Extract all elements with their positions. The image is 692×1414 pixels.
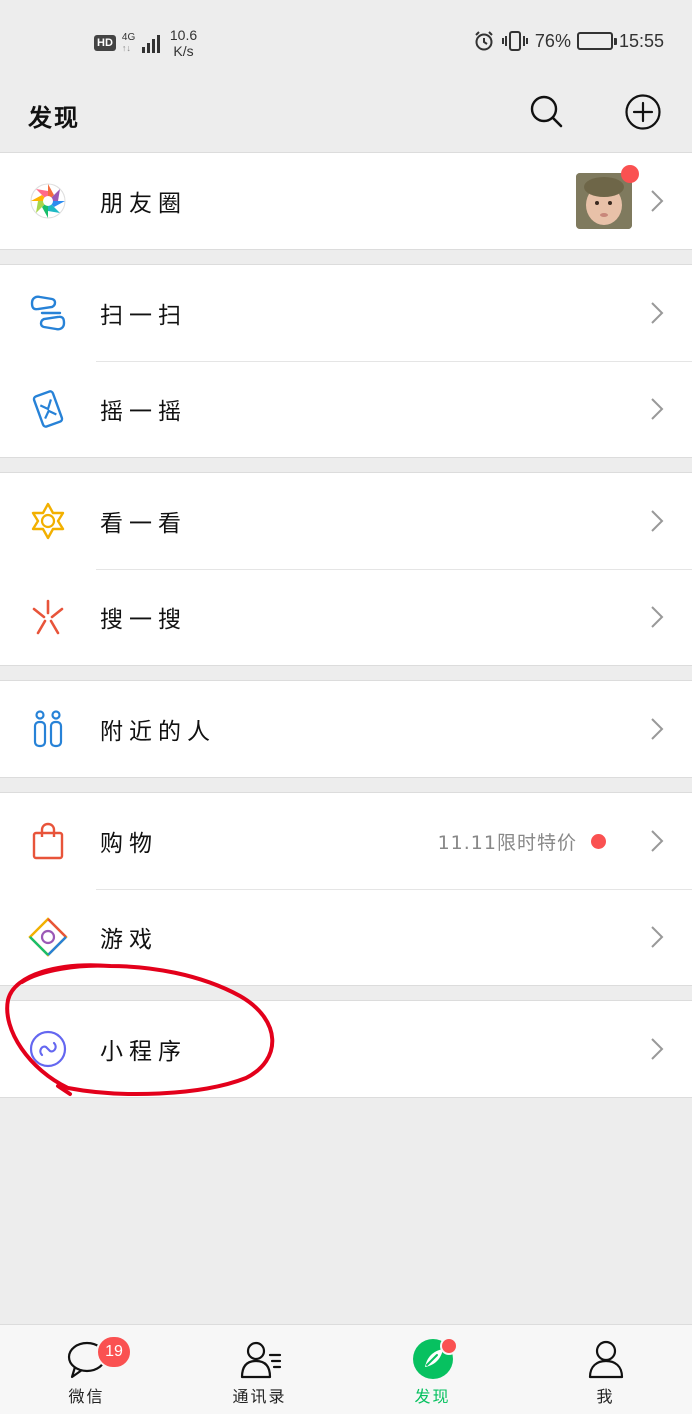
chevron-right-icon	[651, 398, 664, 420]
row-scan[interactable]: 扫一扫	[0, 265, 692, 361]
row-shopping[interactable]: 购物 11.11限时特价	[0, 793, 692, 889]
nearby-people-icon	[28, 709, 68, 749]
row-label-search-feature: 搜一搜	[100, 607, 187, 633]
plus-circle-icon[interactable]	[624, 93, 662, 131]
status-bar-right: 76% 15:55	[473, 30, 664, 52]
search-feature-icon	[28, 597, 68, 637]
row-label-nearby-people: 附近的人	[100, 719, 216, 745]
row-label-shopping: 购物	[100, 831, 158, 857]
discover-new-dot	[440, 1337, 458, 1355]
row-label-mini-programs: 小程序	[100, 1039, 187, 1065]
row-moments[interactable]: 朋友圈	[0, 153, 692, 249]
vibrate-icon	[501, 31, 528, 51]
status-bar: HD 4G ↑↓ 10.6 K/s 76% 15:55	[0, 0, 692, 86]
row-nearby-people[interactable]: 附近的人	[0, 681, 692, 777]
games-icon	[28, 917, 68, 957]
row-search-feature[interactable]: 搜一搜	[0, 569, 692, 665]
row-games[interactable]: 游戏	[0, 889, 692, 985]
shopping-promo-text: 11.11限时特价	[437, 831, 577, 854]
moments-icon	[28, 181, 68, 221]
network-type: 4G ↑↓	[121, 32, 136, 54]
chevron-right-icon	[651, 830, 664, 852]
row-mini-programs[interactable]: 小程序	[0, 1001, 692, 1097]
shopping-promo: 11.11限时特价	[438, 828, 606, 855]
network-speed: 10.6 K/s	[170, 27, 197, 59]
row-shake[interactable]: 摇一摇	[0, 361, 692, 457]
tab-label-chats: 微信	[68, 1387, 105, 1406]
bottom-tab-bar: 微信 19 通讯录 发现 我	[0, 1324, 692, 1414]
chevron-right-icon	[651, 718, 664, 740]
tab-contacts[interactable]: 通讯录	[173, 1325, 346, 1414]
page-header: 发现	[0, 86, 692, 152]
tab-chats[interactable]: 微信 19	[0, 1325, 173, 1414]
battery-icon	[576, 32, 617, 50]
scan-icon	[28, 293, 68, 333]
row-label-shake: 摇一摇	[100, 399, 187, 425]
shopping-bag-icon	[28, 821, 68, 861]
contacts-icon	[240, 1341, 281, 1379]
group-nearby: 附近的人	[0, 680, 692, 778]
row-label-top-stories: 看一看	[100, 511, 187, 537]
group-moments: 朋友圈	[0, 152, 692, 250]
group-look-search: 看一看 搜一搜	[0, 472, 692, 666]
tab-label-me: 我	[596, 1387, 615, 1406]
row-top-stories[interactable]: 看一看	[0, 473, 692, 569]
speed-value: 10.6	[169, 27, 198, 43]
signal-icon	[141, 33, 160, 53]
chevron-right-icon	[651, 510, 664, 532]
moments-thumbnail	[576, 165, 639, 229]
mini-program-icon	[28, 1029, 68, 1069]
chevron-right-icon	[651, 1038, 664, 1060]
tab-label-contacts: 通讯录	[232, 1387, 287, 1406]
tab-label-discover: 发现	[414, 1387, 451, 1406]
battery-percent: 76%	[534, 30, 571, 51]
chevron-right-icon	[651, 190, 664, 212]
hd-badge: HD	[94, 35, 116, 51]
row-label-games: 游戏	[100, 927, 158, 953]
clock: 15:55	[618, 30, 664, 51]
tab-me[interactable]: 我	[519, 1325, 692, 1414]
alarm-icon	[475, 31, 493, 51]
status-bar-left: HD 4G ↑↓ 10.6 K/s	[94, 27, 197, 59]
shopping-new-dot	[591, 833, 606, 849]
group-shop-games: 购物 11.11限时特价 游戏	[0, 792, 692, 986]
chevron-right-icon	[651, 302, 664, 324]
unread-count-badge: 19	[96, 1335, 132, 1369]
group-mini-programs: 小程序	[0, 1000, 692, 1098]
shake-icon	[28, 389, 68, 429]
group-scan-shake: 扫一扫 摇一摇	[0, 264, 692, 458]
row-label-moments: 朋友圈	[100, 191, 187, 217]
network-arrows: ↑↓	[121, 43, 131, 53]
row-label-scan: 扫一扫	[100, 303, 187, 329]
tab-discover[interactable]: 发现	[346, 1325, 519, 1414]
me-person-icon	[588, 1340, 623, 1379]
top-stories-icon	[28, 501, 68, 541]
network-label: 4G	[121, 32, 136, 43]
moments-new-dot	[621, 165, 639, 183]
chevron-right-icon	[651, 926, 664, 948]
speed-unit: K/s	[173, 43, 194, 59]
chevron-right-icon	[651, 606, 664, 628]
search-icon[interactable]	[528, 93, 564, 129]
page-title: 发现	[28, 104, 80, 132]
